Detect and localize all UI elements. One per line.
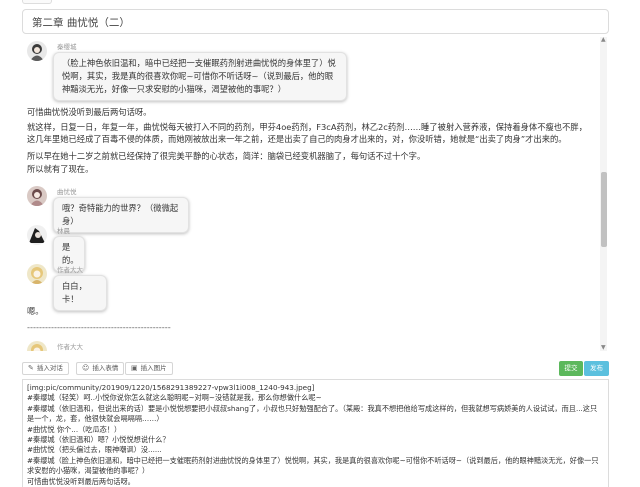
chat-icon: ✎ xyxy=(28,364,34,372)
submit-button[interactable]: 提交 xyxy=(559,361,583,376)
avatar xyxy=(27,264,47,284)
narration-text: 所以早在她十二岁之前就已经保持了很完美平静的心状态，简洋：脑袋已经变机器脑了，每… xyxy=(27,151,426,161)
image-icon: ▣ xyxy=(131,364,138,372)
chat-preview: 秦缨城 （脸上神色依旧温和，暗中已经把一支催眠药剂射进曲忧悦的身体里了）悦悦啊，… xyxy=(22,37,609,351)
editor-line: 可惜曲忧悦没听到最后两句话呀。 xyxy=(27,476,135,486)
content-editor[interactable]: [img:pic/community/201909/1220/156829138… xyxy=(22,379,609,487)
divider-text: ----------------------------------------… xyxy=(27,322,171,332)
sender-name: 秦缨城 xyxy=(57,43,77,51)
scroll-down-arrow-icon[interactable]: ▼ xyxy=(601,345,606,351)
editor-line: #曲忧悦 你个...（吃瓜态！） xyxy=(27,424,122,434)
sender-name: 曲忧悦 xyxy=(57,188,77,196)
editor-line: #秦缨城（依旧温和）嗯？小悦悦想说什么？ xyxy=(27,435,170,445)
scroll-thumb[interactable] xyxy=(601,172,607,247)
insert-dialog-button[interactable]: ✎ 插入对话 xyxy=(22,362,69,375)
message-bubble: （脸上神色依旧温和，暗中已经把一支催眠药剂射进曲忧悦的身体里了）悦悦啊，其实，我… xyxy=(53,52,347,101)
publish-button[interactable]: 发布 xyxy=(584,361,609,376)
avatar xyxy=(27,186,47,206)
chapter-title[interactable]: 第二章 曲忧悦（二） xyxy=(22,9,609,34)
editor-line: #秦缨城（脸上神色依旧温和，暗中已经把一支催眠药剂射进曲忧悦的身体里了）悦悦啊，… xyxy=(27,455,599,476)
editor-line: [img:pic/community/201909/1220/156829138… xyxy=(27,383,315,392)
scroll-up-arrow-icon[interactable]: ▲ xyxy=(601,37,606,43)
editor-line: #秦缨城（轻笑）呵..小悦你说你怎么就这么聪明呢~对啊~没错就是我，那么你想做什… xyxy=(27,393,322,403)
avatar xyxy=(27,341,47,351)
narration-text: 嗯。 xyxy=(27,306,44,316)
emoji-icon: ☺ xyxy=(82,364,90,372)
avatar xyxy=(27,225,47,245)
sender-name: 作者大大 xyxy=(57,343,83,351)
editor-line: #秦缨城（依旧温和，但说出来的话）要是小悦悦想要把小叔叔shang了，小叔也只好… xyxy=(27,403,598,424)
sender-name: 作者大大 xyxy=(57,266,83,274)
sender-name: 林晨 xyxy=(57,227,70,235)
narration-text: 就这样，日复一日，年复一年，曲忧悦每天被打入不同的药剂，甲芬4oe药剂，F3cA… xyxy=(27,122,587,144)
insert-image-button[interactable]: ▣ 插入图片 xyxy=(125,362,173,375)
top-tab-stub xyxy=(22,0,52,4)
message-bubble: 哦？奇特能力的世界？（微微起身） xyxy=(53,197,189,233)
editor-line: #曲忧悦（把头偏过去，眼神嘲讽）没...... xyxy=(27,445,162,455)
insert-emoji-button[interactable]: ☺ 插入表情 xyxy=(76,362,125,375)
narration-text: 可惜曲忧悦没听到最后两句话呀。 xyxy=(27,107,152,117)
scrollbar[interactable]: ▲ ▼ xyxy=(600,37,607,351)
avatar xyxy=(27,41,47,61)
narration-text: 所以就有了现在。 xyxy=(27,164,94,174)
